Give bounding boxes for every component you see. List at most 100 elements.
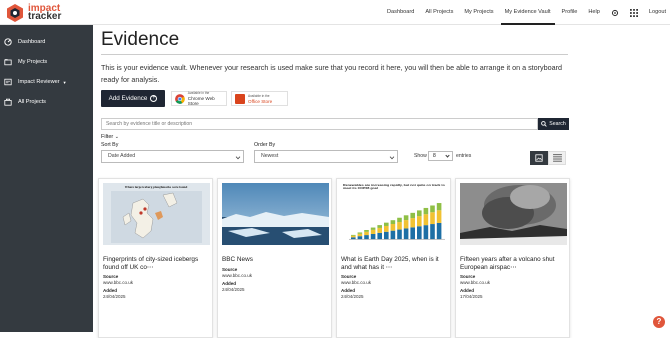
thumbnail-bar-segment [351,234,356,236]
evidence-card[interactable]: Renewables are increasing rapidly, but n… [336,178,451,338]
chevron-down-icon: ⌄ [114,134,119,140]
nav-help[interactable]: Help [588,0,600,25]
thumbnail-bar-segment [364,231,369,236]
card-source-label: Source [341,274,357,280]
thumbnail-bar-segment [370,233,376,240]
top-navbar: impact tracker Dashboard All Projects My… [0,0,670,25]
sidebar-item-label: All Projects [18,99,46,105]
sidebar-item-label: Impact Reviewer [18,79,60,85]
nav-logout[interactable]: Logout [649,0,666,25]
thumbnail-bar-segment [410,227,415,240]
search-input[interactable] [101,118,538,130]
volcano-ash-thumbnail [460,183,567,245]
search-button[interactable]: Search [538,118,569,130]
plus-circle-icon: + [150,95,158,102]
list-view-icon [552,154,562,162]
thumbnail-bar-segment [436,203,442,211]
filter-toggle[interactable]: Filter ⌄ [101,134,119,140]
gear-icon[interactable] [611,9,619,17]
thumbnail-bar-segment [377,225,382,228]
show-label: Show [414,153,427,159]
chevron-down-icon [389,154,395,160]
folder-icon [4,59,12,66]
order-by-label: Order By [254,142,276,148]
thumbnail-bar-segment [410,212,415,219]
thumbnail-bar-segment [384,231,389,240]
sidebar-item-impact-reviewer[interactable]: Impact Reviewer ▼ [0,72,93,92]
card-source: www.bbc.co.uk [460,280,491,286]
thumbnail-bar-segment [403,215,409,221]
search-button-label: Search [549,121,566,127]
add-evidence-label: Add Evidence [108,95,148,102]
nav-all-projects[interactable]: All Projects [425,0,453,25]
add-evidence-button[interactable]: Add Evidence + [101,90,165,107]
entries-value: 8 [433,153,436,159]
thumbnail-bar-segment [377,232,382,240]
main-nav: Dashboard All Projects My Projects My Ev… [376,0,666,25]
thumbnail-bar-segment [417,226,422,240]
chrome-web-store-badge[interactable]: Available in the Chrome Web Store [171,91,227,106]
thumbnail-bar-segment [370,227,376,230]
thumbnail-bar-segment [377,227,382,233]
sidebar-item-dashboard[interactable]: Dashboard [0,32,93,52]
page-title: Evidence [101,29,180,50]
sidebar-item-label: My Projects [18,59,48,65]
evidence-card[interactable]: Where large iceberg ploughmarks were fou… [98,178,213,338]
office-store-small: Available in the [248,93,270,98]
sidebar-item-my-projects[interactable]: My Projects [0,52,93,72]
grid-view-button[interactable] [530,151,548,165]
thumbnail-bar-segment [397,229,402,240]
entries-label: entries [456,153,472,159]
nav-my-projects[interactable]: My Projects [464,0,493,25]
order-by-value: Newest [261,153,279,159]
card-added-date: 24/04/2025 [222,286,245,292]
thumbnail-bar-segment [403,228,409,240]
card-source-label: Source [460,274,476,280]
thumbnail-bar-segment [430,224,435,240]
help-chat-button[interactable]: ? [653,316,665,328]
thumbnail-bar-segment [370,229,376,234]
list-view-button[interactable] [548,151,566,165]
nav-dashboard[interactable]: Dashboard [387,0,414,25]
nav-my-evidence-vault[interactable]: My Evidence Vault [500,0,555,25]
arctic-ice-thumbnail [222,183,329,245]
order-by-select[interactable]: Newest [254,150,398,163]
nav-profile[interactable]: Profile [562,0,578,25]
thumbnail-bar-segment [390,230,396,240]
thumbnail-bar-segment [403,220,409,229]
thumbnail-title: Renewables are increasing rapidly, but n… [343,183,445,190]
iceberg-map-thumbnail: Where large iceberg ploughmarks were fou… [103,183,210,245]
filter-label: Filter [101,134,114,140]
card-source: www.bbc.co.uk [103,280,134,286]
apps-grid-icon[interactable] [629,8,638,17]
thumbnail-bar-segment [357,232,363,234]
entries-select[interactable]: 8 [428,151,453,161]
caret-down-icon: ▼ [62,79,67,85]
card-source-label: Source [222,266,238,272]
chrome-icon [175,93,185,104]
card-added-date: 24/04/2025 [103,294,126,300]
sort-by-select[interactable]: Date Added [101,150,244,163]
chevron-down-icon [235,154,241,160]
office-store-badge[interactable]: Available in the Office Store [231,91,288,106]
dashboard-icon [4,38,12,46]
thumbnail-bar-segment [384,225,389,232]
card-title[interactable]: Fifteen years after a volcano shut Europ… [460,256,565,271]
card-title[interactable]: BBC News [222,256,327,264]
evidence-card[interactable]: BBC News Source www.bbc.co.uk Added 24/0… [217,178,332,338]
search-icon [541,121,547,127]
impact-tracker-logo[interactable]: impact tracker [5,3,61,23]
evidence-card[interactable]: Fifteen years after a volcano shut Europ… [455,178,570,338]
sidebar-item-all-projects[interactable]: All Projects [0,92,93,112]
hexagon-logo-icon [7,4,23,22]
card-added-label: Added [341,288,355,294]
thumbnail-bar-segment [351,235,356,238]
card-title[interactable]: Fingerprints of city-sized icebergs foun… [103,256,208,271]
card-added-label: Added [222,280,236,286]
card-title[interactable]: What is Earth Day 2025, when is it and w… [341,256,446,271]
sidebar: Dashboard My Projects Impact Reviewer ▼ … [0,25,93,332]
card-source: www.bbc.co.uk [341,280,372,286]
thumbnail-bar-segment [357,236,363,240]
chrome-store-name: Chrome Web Store [187,96,215,106]
thumbnail-bar-segment [390,224,396,231]
